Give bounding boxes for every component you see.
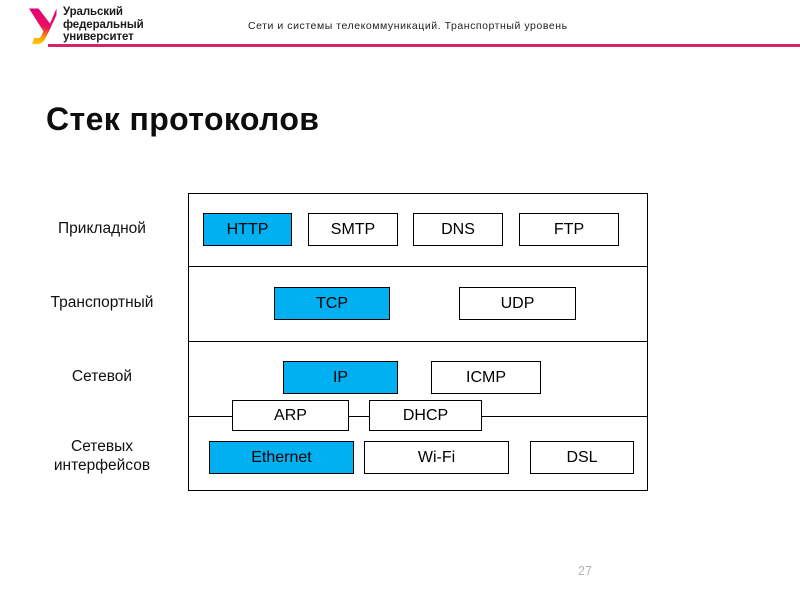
layer-label-application: Прикладной	[58, 220, 146, 237]
layer-divider-transport-network	[189, 341, 647, 342]
layer-label-network-interfaces-line-2: интерфейсов	[53, 457, 151, 474]
protocol-box-icmp[interactable]: ICMP	[431, 361, 541, 394]
protocol-stack-diagram: HTTP SMTP DNS FTP TCP UDP IP ICMP ARP DH…	[188, 193, 648, 491]
header-divider-rule	[48, 44, 800, 47]
logo-line-2: федеральный	[63, 18, 144, 31]
protocol-box-dns[interactable]: DNS	[413, 213, 503, 246]
protocol-box-udp[interactable]: UDP	[459, 287, 576, 320]
page-title: Стек протоколов	[46, 101, 320, 138]
protocol-box-tcp[interactable]: TCP	[274, 287, 390, 320]
protocol-box-http[interactable]: HTTP	[203, 213, 292, 246]
page-number: 27	[578, 564, 592, 578]
layer-label-network-interfaces-line-1: Сетевых	[71, 438, 133, 455]
slide-header: Уральский федеральный университет Сети и…	[0, 0, 800, 50]
layer-label-transport: Транспортный	[50, 294, 154, 311]
protocol-box-ip[interactable]: IP	[283, 361, 398, 394]
protocol-box-ftp[interactable]: FTP	[519, 213, 619, 246]
protocol-box-dhcp[interactable]: DHCP	[369, 400, 482, 431]
layer-label-network: Сетевой	[71, 368, 133, 385]
layer-label-network-interfaces: Сетевых интерфейсов	[20, 437, 184, 475]
header-subtitle: Сети и системы телекоммуникаций. Транспо…	[248, 20, 568, 32]
protocol-box-ethernet[interactable]: Ethernet	[209, 441, 354, 474]
layer-divider-application-transport	[189, 266, 647, 267]
protocol-box-wifi[interactable]: Wi-Fi	[364, 441, 509, 474]
protocol-box-smtp[interactable]: SMTP	[308, 213, 398, 246]
university-logo-text: Уральский федеральный университет	[63, 6, 144, 44]
logo-line-1: Уральский	[63, 6, 123, 18]
protocol-box-dsl[interactable]: DSL	[530, 441, 634, 474]
logo-line-3: университет	[63, 31, 134, 44]
ufu-swoosh-logo-icon	[29, 8, 57, 45]
university-logo: Уральский федеральный университет	[26, 4, 156, 46]
protocol-box-arp[interactable]: ARP	[232, 400, 349, 431]
